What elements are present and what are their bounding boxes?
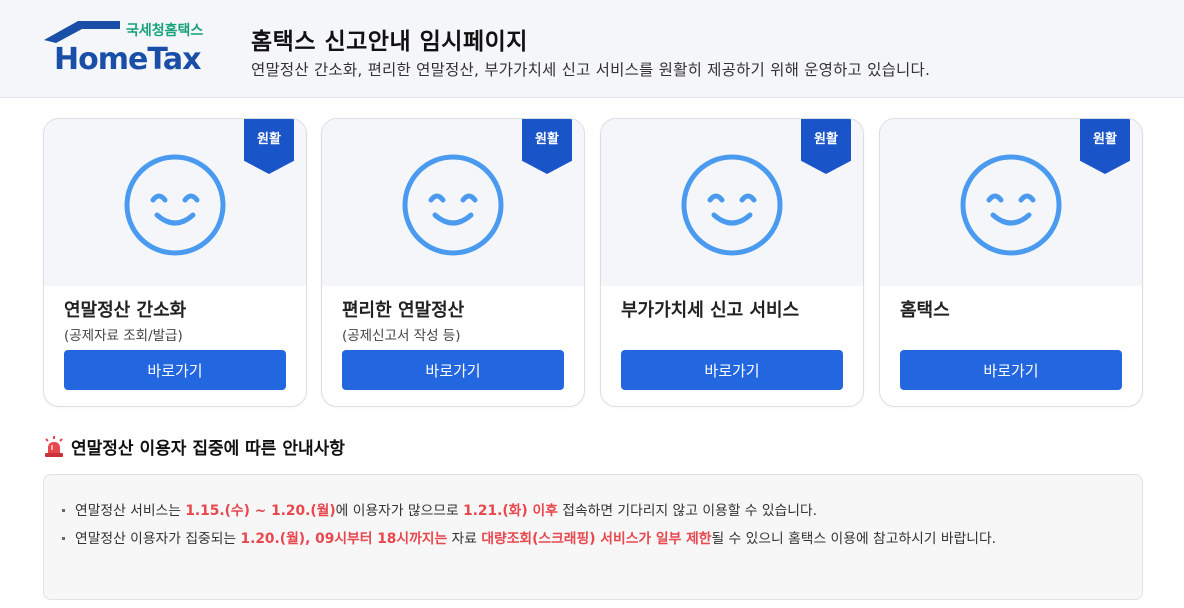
service-card-vat: 원활 부가가치세 신고 서비스 바로가기 bbox=[600, 118, 864, 407]
notice-text: 연말정산 이용자가 집중되는 bbox=[75, 531, 241, 547]
card-subtitle: (공제신고서 작성 등) bbox=[342, 328, 461, 344]
service-card-hometax: 원활 홈택스 바로가기 bbox=[879, 118, 1143, 407]
card-image-area: 원활 bbox=[44, 119, 306, 286]
page-subtitle: 연말정산 간소화, 편리한 연말정산, 부가가치세 신고 서비스를 원활히 제공… bbox=[251, 61, 931, 79]
card-title: 홈택스 bbox=[900, 300, 950, 321]
smiley-face-icon bbox=[401, 153, 505, 257]
card-subtitle: (공제자료 조회/발급) bbox=[64, 328, 183, 344]
bullet-icon bbox=[62, 509, 65, 512]
notice-highlight: 1.15.(수) ~ 1.20.(월) bbox=[185, 503, 336, 519]
notice-item: 연말정산 이용자가 집중되는 1.20.(월), 09시부터 18시까지는 자료… bbox=[62, 527, 1062, 551]
status-badge: 원활 bbox=[801, 119, 851, 174]
service-card-yearend-easy: 원활 편리한 연말정산 (공제신고서 작성 등) 바로가기 bbox=[321, 118, 585, 407]
notice-item: 연말정산 서비스는 1.15.(수) ~ 1.20.(월)에 이용자가 많으므로… bbox=[62, 499, 1122, 523]
card-title: 부가가치세 신고 서비스 bbox=[621, 300, 800, 321]
logo-main-text: HomeTax bbox=[54, 42, 201, 74]
go-button[interactable]: 바로가기 bbox=[621, 350, 843, 390]
service-card-yearend-simple: 원활 연말정산 간소화 (공제자료 조회/발급) 바로가기 bbox=[43, 118, 307, 407]
notice-highlight: 대량조회(스크래핑) 서비스가 일부 제한 bbox=[481, 531, 712, 547]
go-button[interactable]: 바로가기 bbox=[64, 350, 286, 390]
logo-small-text: 국세청홈택스 bbox=[126, 22, 203, 39]
notice-box: 연말정산 서비스는 1.15.(수) ~ 1.20.(월)에 이용자가 많으므로… bbox=[43, 474, 1143, 600]
smiley-face-icon bbox=[959, 153, 1063, 257]
page-title: 홈택스 신고안내 임시페이지 bbox=[251, 29, 528, 55]
card-image-area: 원활 bbox=[880, 119, 1142, 286]
notice-text: 연말정산 서비스는 bbox=[75, 503, 186, 519]
header: 국세청홈택스 HomeTax 홈택스 신고안내 임시페이지 연말정산 간소화, … bbox=[0, 0, 1184, 98]
hometax-logo[interactable]: 국세청홈택스 HomeTax bbox=[42, 18, 214, 74]
siren-icon bbox=[44, 436, 64, 458]
go-button[interactable]: 바로가기 bbox=[342, 350, 564, 390]
notice-text: 될 수 있으니 홈택스 이용에 참고하시기 바랍니다. bbox=[711, 531, 997, 547]
card-image-area: 원활 bbox=[601, 119, 863, 286]
status-badge: 원활 bbox=[522, 119, 572, 174]
smiley-face-icon bbox=[680, 153, 784, 257]
notice-text: 자료 bbox=[447, 531, 482, 547]
notice-text: 접속하면 기다리지 않고 이용할 수 있습니다. bbox=[557, 503, 818, 519]
smiley-face-icon bbox=[123, 153, 227, 257]
notice-text: 에 이용자가 많으므로 bbox=[335, 503, 464, 519]
status-badge: 원활 bbox=[244, 119, 294, 174]
notice-highlight: 1.20.(월), 09시부터 18시까지는 bbox=[240, 531, 448, 547]
notice-title: 연말정산 이용자 집중에 따른 안내사항 bbox=[71, 439, 345, 459]
notice-highlight: 1.21.(화) 이후 bbox=[463, 503, 558, 519]
go-button[interactable]: 바로가기 bbox=[900, 350, 1122, 390]
card-image-area: 원활 bbox=[322, 119, 584, 286]
card-title: 편리한 연말정산 bbox=[342, 300, 465, 321]
status-badge: 원활 bbox=[1080, 119, 1130, 174]
bullet-icon bbox=[62, 537, 65, 540]
card-title: 연말정산 간소화 bbox=[64, 300, 187, 321]
